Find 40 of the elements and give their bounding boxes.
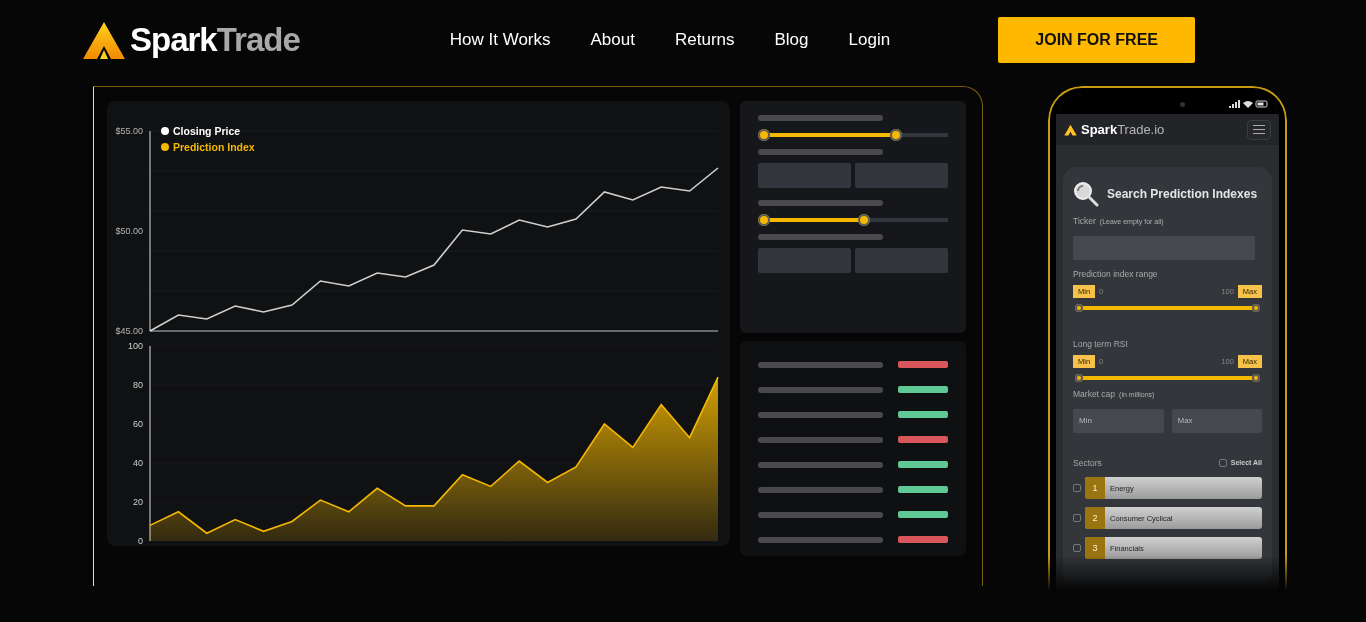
axis-label: $55.00 [115,126,143,136]
checkbox[interactable] [1073,544,1081,553]
checkbox[interactable] [1218,458,1227,467]
axis-label: 20 [133,497,143,507]
field-label: Long term RSI [1073,337,1129,351]
nav-link[interactable]: How It Works [449,27,551,53]
field-label: Ticker [1073,215,1096,228]
logo-icon [1064,123,1077,136]
checkbox[interactable] [1073,514,1081,523]
sector-number: 1 [1085,477,1105,500]
min-field[interactable]: Min [1073,408,1164,433]
status-icons [1229,99,1269,109]
legend-item: Closing Price [161,125,241,137]
checkbox[interactable] [1073,484,1081,493]
menu-button[interactable] [1247,119,1271,140]
axis-label: 40 [133,458,143,468]
sector-number: 2 [1085,507,1105,530]
axis-label: 100 [127,341,143,351]
menu-icon [1253,125,1265,134]
sector-number: 3 [1085,537,1105,560]
field-label: Market cap [1073,387,1116,401]
camera-dot [1180,101,1185,107]
logo-icon [82,20,126,60]
search-icon [1073,181,1099,207]
nav-link[interactable]: Returns [674,27,735,53]
field-label: Prediction index range [1073,267,1159,281]
legend-item: Prediction Index [161,141,255,153]
brand-logo-text[interactable]: SparkTrade [130,15,300,65]
axis-label: 80 [133,380,143,390]
axis-label: $50.00 [115,226,143,236]
card-title: Search Prediction Indexes [1107,186,1258,203]
max-field[interactable]: Max [1171,408,1262,433]
nav-link[interactable]: Login [848,27,891,53]
axis-label: 60 [133,419,143,429]
axis-label: $45.00 [115,326,143,336]
nav-link[interactable]: Blog [774,27,809,53]
section-label: Sectors [1073,456,1102,470]
join-button[interactable]: JOIN FOR FREE [998,17,1196,63]
axis-label: 0 [138,536,143,546]
nav-link[interactable]: About [590,27,635,53]
